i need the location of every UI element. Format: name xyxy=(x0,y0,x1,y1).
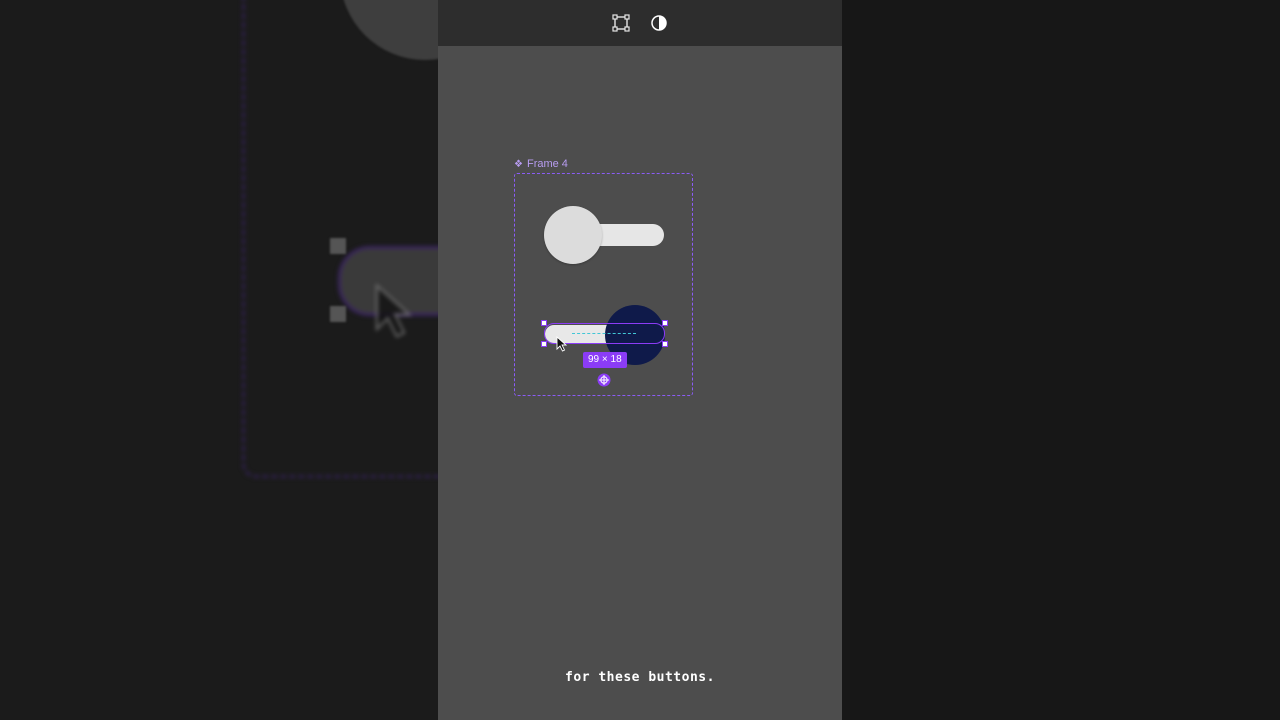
resize-handle-top-left[interactable] xyxy=(541,320,547,326)
toggle-1-knob[interactable] xyxy=(544,206,602,264)
video-frame: ❖ Frame 4 99 × 18 for these buttons. xyxy=(0,0,1280,720)
video-caption: for these buttons. xyxy=(565,670,715,685)
blurred-handle xyxy=(330,306,346,322)
frame-name-text: Frame 4 xyxy=(526,158,568,170)
resize-handle-bottom-left[interactable] xyxy=(541,341,547,347)
selection-size-badge: 99 × 18 xyxy=(583,352,627,368)
resize-handle-top-right[interactable] xyxy=(662,320,668,326)
blurred-background-right xyxy=(842,0,1280,720)
frame-name-label[interactable]: ❖ Frame 4 xyxy=(514,158,568,170)
editor-toolbar xyxy=(438,0,842,46)
crosshair-icon[interactable] xyxy=(597,373,611,387)
frame-tool-icon[interactable] xyxy=(612,14,630,32)
design-editor-canvas[interactable]: ❖ Frame 4 99 × 18 for these buttons. xyxy=(438,0,842,720)
resize-handle-bottom-right[interactable] xyxy=(662,341,668,347)
mouse-pointer-icon xyxy=(556,336,568,352)
blurred-background-left xyxy=(0,0,438,720)
component-diamond-icon: ❖ xyxy=(514,158,523,170)
contrast-toggle-icon[interactable] xyxy=(650,14,668,32)
blurred-cursor-icon xyxy=(375,283,413,338)
blurred-handle xyxy=(330,238,346,254)
